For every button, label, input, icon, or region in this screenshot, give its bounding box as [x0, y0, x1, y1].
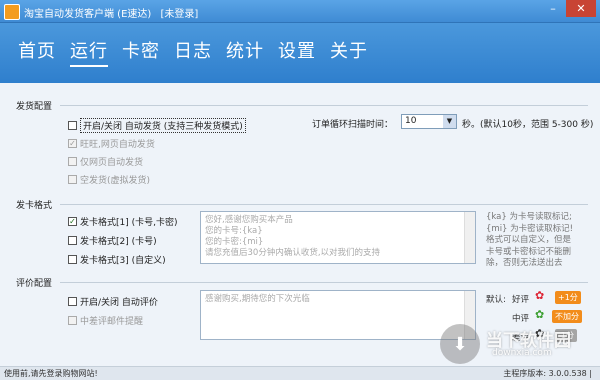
- nav-log[interactable]: 日志: [174, 37, 212, 67]
- bad-review-alert-checkbox[interactable]: [68, 316, 77, 325]
- format-3-checkbox[interactable]: [68, 255, 77, 264]
- review-config-title: 评价配置: [16, 279, 53, 289]
- main-nav: 首页 运行 卡密 日志 统计 设置 关于: [18, 37, 382, 67]
- close-icon[interactable]: ✕: [566, 0, 596, 17]
- review-text: 感谢购买,期待您的下次光临: [205, 294, 310, 304]
- auto-review-checkbox[interactable]: [68, 297, 77, 306]
- textarea-scrollbar[interactable]: [464, 212, 475, 263]
- format-option-2[interactable]: 发卡格式[2] (卡号): [68, 234, 157, 247]
- wangwang-checkbox[interactable]: ✓: [68, 139, 77, 148]
- scan-time-label: 订单循环扫描时间：: [312, 120, 394, 130]
- format-option-3[interactable]: 发卡格式[3] (自定义): [68, 253, 166, 266]
- card-format-title: 发卡格式: [16, 201, 53, 211]
- card-template-textarea[interactable]: 您好,感谢您购买本产品 您的卡号:{ka} 您的卡密:{mi} 请您充值后30分…: [200, 211, 476, 264]
- template-line: 您的卡号:{ka}: [205, 226, 263, 236]
- header: 首页 运行 卡密 日志 统计 设置 关于: [0, 23, 600, 83]
- web-only-label: 仅网页自动发货: [80, 158, 144, 168]
- watermark-url: downxia.com: [492, 348, 552, 358]
- review-config-divider: [60, 282, 588, 283]
- version-info: 主程序版本: 3.0.0.538 |: [503, 369, 592, 378]
- auto-review-label: 开启/关闭 自动评价: [80, 298, 158, 308]
- auto-ship-label: 开启/关闭 自动发货 (支持三种发货模式): [80, 118, 246, 133]
- status-message: 使用前,请先登录购物网站!: [4, 369, 98, 378]
- scan-time-unit: 秒。(默认10秒，范围 5-300 秒): [462, 120, 594, 130]
- title-bar: 淘宝自动发货客户端 (E速达) [未登录] – ✕: [0, 0, 600, 23]
- download-arrow-icon: ⬇: [440, 324, 480, 364]
- template-line: 请您充值后30分钟内确认收货,以对我们的支持: [205, 248, 381, 258]
- nav-cards[interactable]: 卡密: [122, 37, 160, 67]
- web-only-option[interactable]: 仅网页自动发货: [68, 155, 143, 168]
- nav-settings[interactable]: 设置: [278, 37, 316, 67]
- status-bar: 使用前,请先登录购物网站! 主程序版本: 3.0.0.538 |: [0, 366, 600, 380]
- web-only-checkbox[interactable]: [68, 157, 77, 166]
- nav-home[interactable]: 首页: [18, 37, 56, 67]
- window-controls: – ✕: [540, 0, 596, 18]
- empty-ship-option[interactable]: 空发货(虚拟发货): [68, 173, 150, 186]
- login-status: [未登录]: [160, 9, 199, 20]
- review-text-textarea[interactable]: 感谢购买,期待您的下次光临: [200, 290, 476, 340]
- nav-about[interactable]: 关于: [330, 37, 368, 67]
- ship-config-divider: [60, 105, 588, 106]
- help-line: {ka} 为卡号读取标记;: [486, 212, 572, 222]
- empty-ship-label: 空发货(虚拟发货): [80, 176, 151, 186]
- rating-good-badge: +1分: [555, 291, 581, 304]
- app-title: 淘宝自动发货客户端 (E速达): [24, 9, 152, 20]
- format-2-checkbox[interactable]: [68, 236, 77, 245]
- template-line: 您好,感谢您购买本产品: [205, 215, 293, 225]
- chevron-down-icon[interactable]: ▼: [443, 115, 456, 128]
- help-line: {mi} 为卡密读取标记!: [486, 223, 574, 234]
- auto-ship-toggle[interactable]: 开启/关闭 自动发货 (支持三种发货模式): [68, 118, 246, 133]
- format-option-1[interactable]: ✓ 发卡格式[1] (卡号,卡密): [68, 215, 178, 228]
- scan-time-select[interactable]: 10 ▼: [401, 114, 457, 129]
- wangwang-option[interactable]: ✓ 旺旺,网页自动发货: [68, 137, 155, 150]
- ship-config-title: 发货配置: [16, 102, 53, 112]
- auto-ship-checkbox[interactable]: [68, 121, 77, 130]
- nav-stats[interactable]: 统计: [226, 37, 264, 67]
- rating-default-label: 默认:: [486, 295, 506, 305]
- wangwang-label: 旺旺,网页自动发货: [80, 140, 155, 150]
- format-1-checkbox[interactable]: ✓: [68, 217, 77, 226]
- nav-run[interactable]: 运行: [70, 37, 108, 67]
- help-line: 除，否则无法送出去: [486, 258, 563, 268]
- card-format-help: {ka} 为卡号读取标记; {mi} 为卡密读取标记! 格式可以自定义，但是 卡…: [486, 212, 573, 270]
- template-line: 您的卡密:{mi}: [205, 237, 264, 247]
- flower-red-icon[interactable]: ✿: [535, 289, 544, 302]
- scan-time-value: 10: [405, 116, 417, 126]
- minimize-icon[interactable]: –: [540, 0, 566, 17]
- rating-good-label: 好评: [512, 295, 530, 305]
- window-title: 淘宝自动发货客户端 (E速达) [未登录]: [24, 5, 198, 20]
- format-1-label: 发卡格式[1] (卡号,卡密): [80, 218, 178, 228]
- format-3-label: 发卡格式[3] (自定义): [80, 256, 166, 266]
- bad-review-alert-label: 中差评邮件提醒: [80, 317, 144, 327]
- auto-review-toggle[interactable]: 开启/关闭 自动评价: [68, 295, 158, 308]
- bad-review-alert-option[interactable]: 中差评邮件提醒: [68, 314, 143, 327]
- app-icon: [4, 4, 20, 20]
- flower-green-icon[interactable]: ✿: [535, 308, 544, 321]
- format-2-label: 发卡格式[2] (卡号): [80, 237, 157, 247]
- card-format-divider: [60, 204, 588, 205]
- empty-ship-checkbox[interactable]: [68, 175, 77, 184]
- help-line: 格式可以自定义，但是: [486, 235, 572, 245]
- help-line: 卡号或卡密标记不能删: [486, 246, 572, 257]
- watermark: ⬇ 当下软件园 downxia.com: [440, 322, 590, 366]
